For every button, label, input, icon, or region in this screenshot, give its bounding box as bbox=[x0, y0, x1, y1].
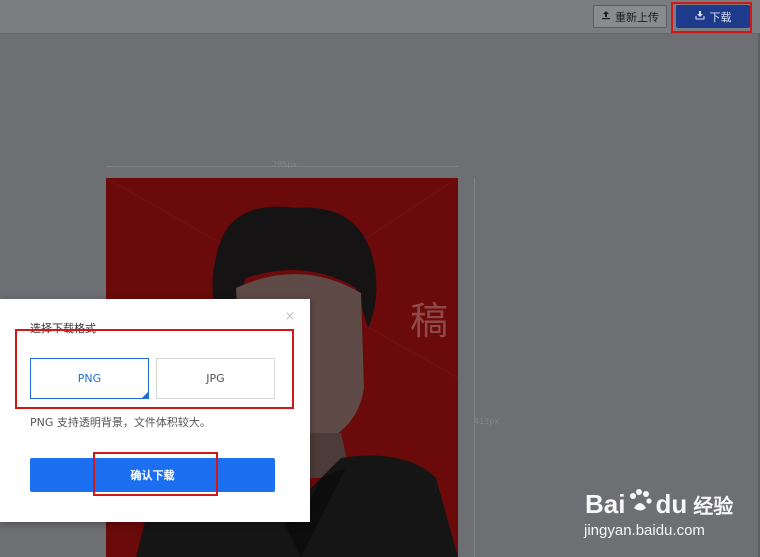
format-label-jpg: JPG bbox=[206, 372, 225, 385]
download-icon bbox=[695, 10, 705, 23]
height-guide-line bbox=[474, 178, 475, 557]
reupload-label: 重新上传 bbox=[615, 10, 659, 24]
dialog-title: 选择下载格式 bbox=[30, 322, 96, 335]
confirm-download-label: 确认下载 bbox=[130, 469, 175, 482]
reupload-button[interactable]: 重新上传 bbox=[593, 5, 667, 28]
format-option-png[interactable]: PNG bbox=[30, 358, 149, 399]
paw-icon bbox=[627, 488, 653, 521]
height-dimension-label: 413px bbox=[474, 417, 500, 426]
confirm-download-button[interactable]: 确认下载 bbox=[30, 458, 275, 492]
format-option-jpg[interactable]: JPG bbox=[156, 358, 275, 399]
close-icon[interactable]: × bbox=[284, 310, 296, 323]
draft-watermark: 稿 bbox=[410, 299, 449, 343]
selected-corner-icon bbox=[142, 392, 148, 398]
format-description: PNG 支持透明背景，文件体积较大。 bbox=[30, 416, 211, 429]
width-dimension-label: 295px bbox=[272, 160, 298, 169]
baidu-jingyan-logo: Bai du 经验 bbox=[585, 488, 734, 521]
format-label-png: PNG bbox=[77, 372, 102, 385]
download-button[interactable]: 下载 bbox=[676, 5, 750, 28]
baidu-jingyan-url: jingyan.baidu.com bbox=[584, 522, 705, 539]
download-label: 下载 bbox=[709, 10, 732, 24]
upload-icon bbox=[601, 10, 611, 23]
